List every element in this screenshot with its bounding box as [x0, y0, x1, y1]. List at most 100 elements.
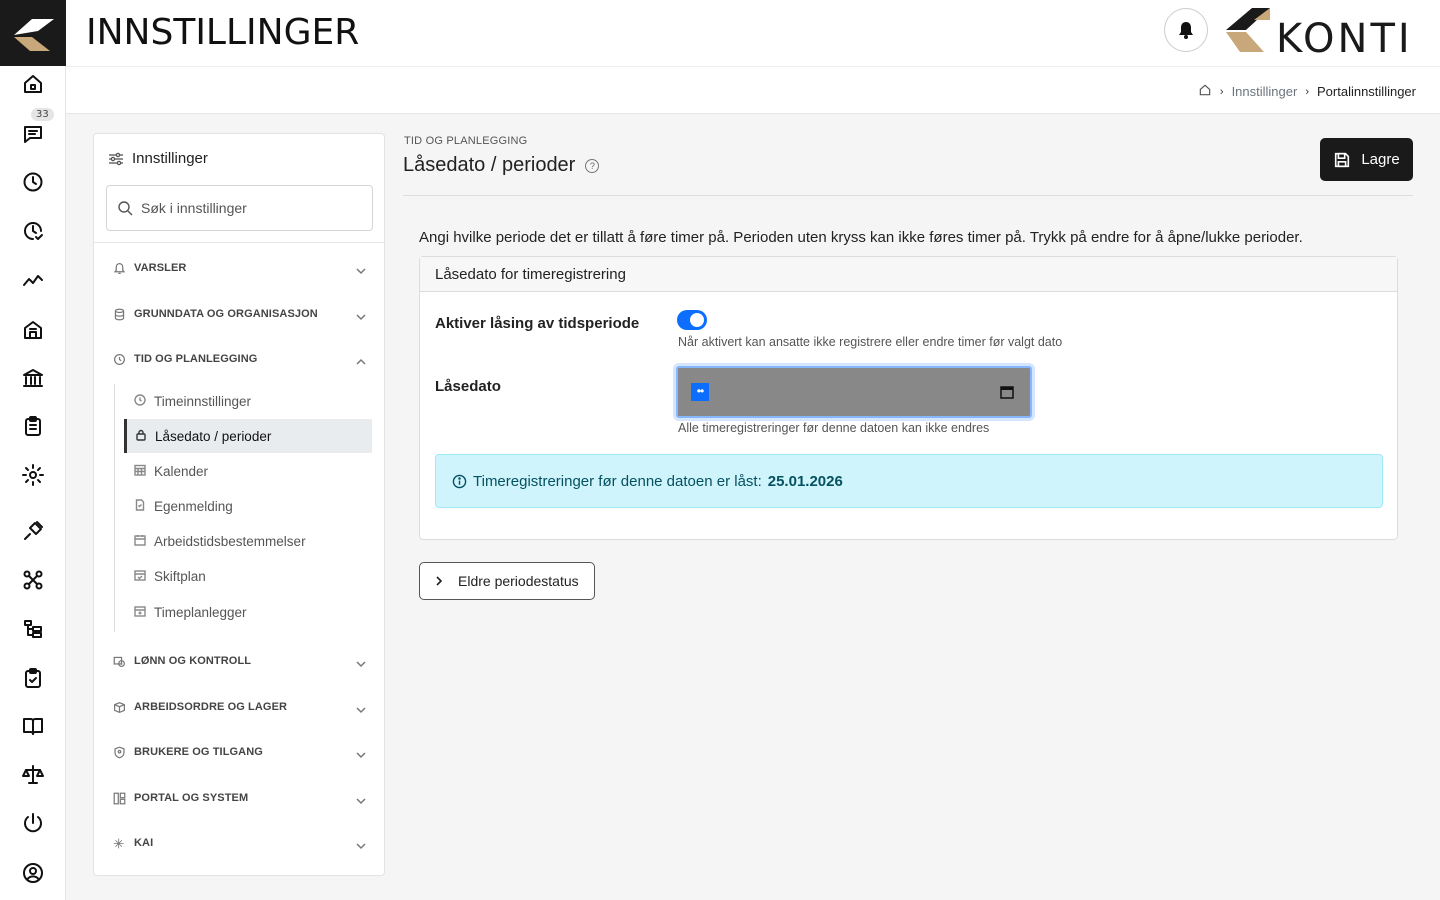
rail-time[interactable]: [0, 164, 66, 204]
messages-icon: [21, 122, 45, 151]
subitem-lasedato-perioder[interactable]: Låsedato / perioder: [124, 419, 372, 453]
rail-messages[interactable]: 33: [0, 108, 66, 156]
settings-panel-title: Innstillinger: [108, 150, 208, 167]
rail-handbook[interactable]: [0, 708, 66, 748]
section-tid-og-planlegging[interactable]: TID OG PLANLEGGING: [94, 344, 384, 374]
calendar-icon[interactable]: [1000, 385, 1014, 399]
rail-logout[interactable]: [0, 805, 66, 845]
chevron-right-icon: ›: [1219, 85, 1224, 98]
section-label: ARBEIDSORDRE OG LAGER: [134, 701, 288, 713]
breadcrumb-settings[interactable]: Innstillinger: [1232, 84, 1298, 99]
save-button[interactable]: Lagre: [1320, 138, 1413, 181]
rail-bank[interactable]: [0, 360, 66, 400]
content-title: Låsedato / perioder ?: [403, 154, 600, 177]
save-icon: [1335, 152, 1350, 167]
chevron-down-icon: [356, 747, 366, 759]
hierarchy-icon: [21, 617, 45, 646]
subitem-label: Timeinnstillinger: [154, 393, 252, 409]
lock-date-card: Låsedato for timeregistrering Aktiver lå…: [419, 256, 1398, 540]
lock-status-alert: Timeregistreringer før denne datoen er l…: [435, 454, 1383, 508]
database-icon: [112, 307, 126, 321]
date-selected-segment: ••: [691, 383, 709, 401]
calendar-check-icon: [134, 569, 146, 584]
lock-period-toggle[interactable]: [677, 310, 707, 330]
rail-network[interactable]: [0, 562, 66, 602]
app-logo[interactable]: [0, 0, 66, 66]
brand-name: KONTI: [1276, 16, 1413, 56]
date-label: Låsedato: [435, 378, 501, 395]
help-icon[interactable]: ?: [585, 158, 600, 173]
section-label: TID OG PLANLEGGING: [134, 353, 258, 365]
subitem-egenmelding[interactable]: Egenmelding: [124, 489, 372, 523]
section-label: GRUNNDATA OG ORGANISASJON: [134, 308, 318, 320]
date-hint: Alle timeregistreringer før denne datoen…: [678, 421, 990, 435]
older-button-label: Eldre periodestatus: [458, 573, 579, 589]
settings-search-input[interactable]: [141, 200, 361, 216]
clock-check-icon: [21, 219, 45, 248]
section-lonn-og-kontroll[interactable]: LØNN OG KONTROLL: [94, 646, 384, 676]
divider: [94, 242, 384, 243]
section-label: LØNN OG KONTROLL: [134, 655, 252, 667]
home-icon: [21, 72, 45, 101]
breadcrumb-home[interactable]: [1198, 83, 1212, 100]
payroll-icon: [112, 654, 126, 668]
rail-time-approval[interactable]: [0, 213, 66, 253]
user-circle-icon: [21, 861, 45, 890]
subitem-skiftplan[interactable]: Skiftplan: [124, 559, 372, 593]
chevron-down-icon: [356, 309, 366, 321]
notifications-button[interactable]: [1164, 8, 1208, 52]
subitem-timeplanlegger[interactable]: Timeplanlegger: [124, 595, 372, 629]
brand-logo: KONTI: [1224, 4, 1428, 62]
lock-icon: [135, 429, 147, 444]
section-kai[interactable]: KAI: [94, 828, 384, 858]
rail-legal[interactable]: [0, 757, 66, 797]
page-description: Angi hvilke periode det er tillatt å før…: [419, 229, 1303, 246]
section-portal-og-system[interactable]: PORTAL OG SYSTEM: [94, 783, 384, 813]
section-grunndata[interactable]: GRUNNDATA OG ORGANISASJON: [94, 299, 384, 329]
rail-settings[interactable]: [0, 457, 66, 497]
bell-icon: [112, 261, 126, 275]
subitem-kalender[interactable]: Kalender: [124, 454, 372, 488]
settings-search[interactable]: [106, 185, 373, 231]
rail-buildings[interactable]: [0, 312, 66, 352]
divider: [403, 195, 1413, 196]
section-label: BRUKERE OG TILGANG: [134, 746, 263, 758]
rail-tasks[interactable]: [0, 408, 66, 448]
search-icon: [118, 201, 133, 216]
subitem-timeinnstillinger[interactable]: Timeinnstillinger: [124, 384, 372, 418]
calendar-icon: [134, 534, 146, 549]
subitem-label: Timeplanlegger: [154, 604, 247, 620]
logo-mark-icon: [14, 19, 54, 51]
subitem-arbeidstidsbestemmelser[interactable]: Arbeidstidsbestemmelser: [124, 524, 372, 558]
section-arbeidsordre-og-lager[interactable]: ARBEIDSORDRE OG LAGER: [94, 692, 384, 722]
rail-checklist[interactable]: [0, 660, 66, 700]
lock-date-input[interactable]: ••: [676, 366, 1032, 418]
chevron-down-icon: [356, 263, 366, 275]
rail-hierarchy[interactable]: [0, 611, 66, 651]
content-title-text: Låsedato / perioder: [403, 154, 576, 176]
sparkle-icon: [112, 836, 126, 850]
chevron-down-icon: [356, 702, 366, 714]
home-icon: [1199, 84, 1211, 96]
subitem-label: Skiftplan: [154, 568, 206, 584]
card-header: Låsedato for timeregistrering: [420, 257, 1397, 292]
building-icon: [21, 318, 45, 347]
plug-icon: [21, 519, 45, 548]
toggle-hint: Når aktivert kan ansatte ikke registrere…: [678, 335, 1063, 349]
rail-integrations[interactable]: [0, 513, 66, 553]
section-label: PORTAL OG SYSTEM: [134, 792, 249, 804]
section-eyebrow: TID OG PLANLEGGING: [404, 135, 528, 147]
settings-panel: Innstillinger VARSLER GRUNNDATA OG ORGAN…: [93, 133, 385, 876]
alert-text: Timeregistreringer før denne datoen er l…: [473, 472, 762, 490]
rail-profile[interactable]: [0, 855, 66, 895]
rail-reports[interactable]: [0, 262, 66, 302]
network-icon: [21, 568, 45, 597]
alert-date: 25.01.2026: [767, 472, 843, 490]
section-varsler[interactable]: VARSLER: [94, 253, 384, 283]
scale-icon: [21, 763, 45, 792]
brand-mark-icon: KONTI: [1226, 8, 1413, 62]
section-brukere-og-tilgang[interactable]: BRUKERE OG TILGANG: [94, 737, 384, 767]
left-nav-rail: 33: [0, 0, 66, 900]
older-period-status-button[interactable]: Eldre periodestatus: [419, 562, 595, 600]
rail-home[interactable]: [0, 66, 66, 106]
